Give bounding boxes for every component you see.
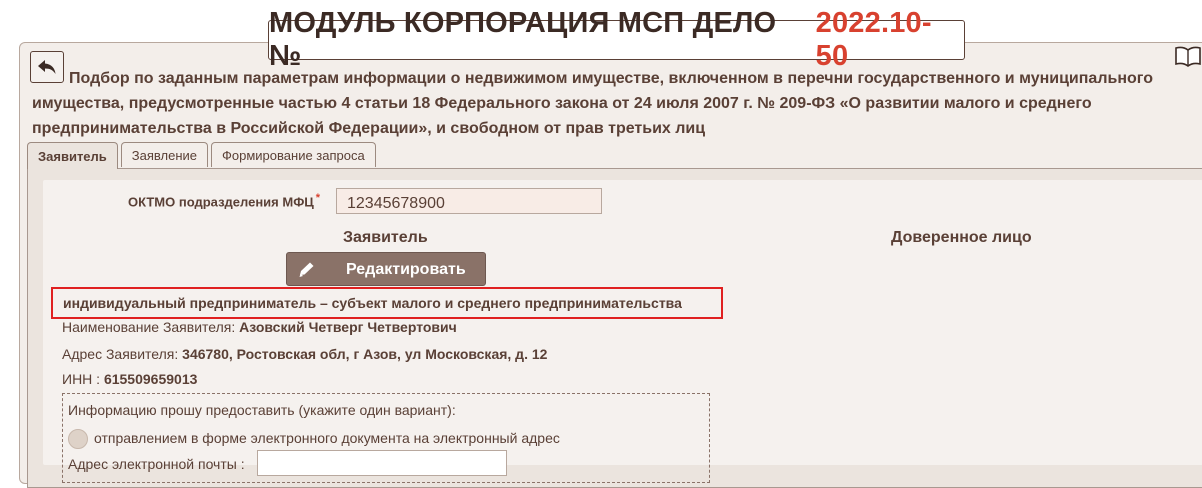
module-title-text: МОДУЛЬ КОРПОРАЦИЯ МСП ДЕЛО № [269, 7, 777, 72]
applicant-name-row: Наименование Заявителя: Азовский Четверг… [62, 319, 457, 335]
applicant-heading: Заявитель [343, 229, 428, 246]
oktmo-label: ОКТМО подразделения МФЦ * [128, 192, 320, 209]
applicant-address-row: Адрес Заявителя: 346780, Ростовская обл,… [62, 346, 547, 362]
oktmo-input[interactable]: 12345678900 [336, 188, 602, 214]
applicant-inn-row: ИНН : 615509659013 [62, 371, 197, 387]
edit-button-label: Редактировать [346, 261, 466, 278]
inn-value: 615509659013 [103, 371, 198, 387]
case-number: 2022.10-50 [815, 7, 932, 72]
address-label: Адрес Заявителя: [62, 346, 179, 362]
applicant-type: индивидуальный предприниматель – субъект… [51, 287, 723, 319]
tab-bar: Заявитель Заявление Формирование запроса [27, 142, 379, 169]
email-delivery-label: отправлением в форме электронного докуме… [94, 430, 560, 446]
inn-label: ИНН : [62, 371, 101, 387]
pencil-icon [299, 262, 314, 277]
back-button[interactable] [30, 51, 64, 83]
email-label: Адрес электронной почты : [68, 456, 245, 472]
tab-application[interactable]: Заявление [120, 142, 209, 167]
service-description: Подбор по заданным параметрам информации… [32, 70, 1153, 137]
address-value: 346780, Ростовская обл, г Азов, ул Моско… [182, 346, 548, 362]
name-value: Азовский Четверг Четвертович [239, 319, 457, 335]
required-mark: * [315, 192, 321, 204]
proxy-heading: Доверенное лицо [891, 229, 1032, 246]
back-arrow-icon [38, 60, 56, 74]
open-book-icon[interactable] [1174, 44, 1202, 68]
tab-request-forming[interactable]: Формирование запроса [211, 142, 376, 167]
edit-button[interactable]: Редактировать [286, 252, 486, 286]
name-label: Наименование Заявителя: [62, 319, 236, 335]
email-input[interactable] [257, 450, 507, 476]
module-title: МОДУЛЬ КОРПОРАЦИЯ МСП ДЕЛО № 2022.10-50 [268, 7, 965, 72]
delivery-prompt: Информацию прошу предоставить (укажите о… [68, 402, 456, 418]
tab-applicant[interactable]: Заявитель [27, 142, 118, 169]
oktmo-label-text: ОКТМО подразделения МФЦ [128, 194, 314, 210]
email-delivery-radio[interactable] [68, 429, 88, 449]
